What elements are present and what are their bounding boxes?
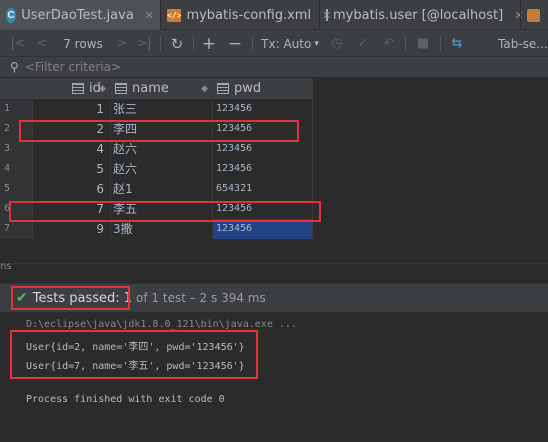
cell-pwd[interactable]: 654321 [212,179,312,199]
column-label: name [132,81,169,96]
row-number: 3 [0,139,32,159]
highlight-box [11,286,130,310]
table-row[interactable]: 7 9 3撒 123456 [0,219,312,239]
process-finished-line: Process finished with exit code 0 [26,394,225,405]
test-summary: of 1 test – 2 s 394 ms [136,291,266,305]
column-icon [217,83,229,94]
stop-icon[interactable]: ■ [414,30,432,57]
next-page-icon[interactable]: > [114,30,130,57]
table-row[interactable]: 1 1 张三 123456 [0,99,312,119]
row-number: 7 [0,219,32,239]
transaction-mode-select[interactable]: Tx: Auto ▾ [259,30,321,57]
submit-icon[interactable]: ✓ [354,30,372,57]
cell-pwd[interactable]: 123456 [212,99,312,119]
cell-id[interactable]: 4 [32,139,110,159]
delete-row-icon[interactable]: − [226,30,244,57]
prev-page-icon[interactable]: < [34,30,50,57]
cell-id[interactable]: 9 [32,219,110,239]
table-row[interactable]: 4 5 赵六 123456 [0,159,312,179]
table-row[interactable]: 3 4 赵六 123456 [0,139,312,159]
chevron-down-icon: ▾ [314,38,319,49]
column-header-name[interactable]: name ◆ [110,78,212,99]
cell-name[interactable]: 赵1 [110,179,212,199]
column-icon [115,83,127,94]
tab-mybatis-user[interactable]: mybatis.user [@localhost] ✕ [320,0,523,30]
filter-icon: ⚲ [10,60,19,74]
highlight-box [19,120,299,142]
tab-separated-format[interactable]: Tab-se... [498,30,548,57]
column-header-id[interactable]: id ◆ [32,78,110,99]
first-page-icon[interactable]: |< [10,30,26,57]
gutter-label: ns [0,261,12,272]
highlight-box [9,201,321,222]
sort-icon[interactable]: ◆ [201,84,208,94]
close-icon[interactable]: ✕ [145,9,154,22]
editor-tab-bar: C UserDaoTest.java ✕ </> mybatis-config.… [0,0,548,30]
row-number: 5 [0,179,32,199]
tx-label: Tx: Auto [261,36,312,51]
cell-name[interactable]: 3撒 [110,219,212,239]
tab-overflow[interactable] [521,0,548,30]
history-icon[interactable]: ◷ [328,30,346,57]
tab-label: mybatis.user [@localhost] [333,7,504,23]
column-header-pwd[interactable]: pwd [212,78,312,99]
row-count-label[interactable]: 7 rows [58,30,108,57]
tab-label: UserDaoTest.java [21,7,134,23]
data-editor-toolbar: |< < 7 rows > >| ↻ + − Tx: Auto ▾ ◷ ✓ ↶ … [0,30,548,57]
cell-id[interactable]: 6 [32,179,110,199]
row-number: 1 [0,99,32,119]
cell-name[interactable]: 张三 [110,99,212,119]
tab-mybatis-config[interactable]: </> mybatis-config.xml ✕ [161,0,331,30]
filter-input[interactable]: <Filter criteria> [25,60,121,74]
command-line[interactable]: D:\eclipse\java\jdk1.8.0_121\bin\java.ex… [26,319,297,330]
cell-name[interactable]: 赵六 [110,139,212,159]
test-status-bar: ✔ Tests passed: 1 of 1 test – 2 s 394 ms [0,283,548,312]
tab-userdaotest[interactable]: C UserDaoTest.java ✕ [0,0,160,30]
column-icon [72,83,84,94]
table-row[interactable]: 5 6 赵1 654321 [0,179,312,199]
tab-label: mybatis-config.xml [186,7,312,23]
rollback-icon[interactable]: ↶ [380,30,398,57]
file-icon [527,8,540,22]
highlight-box [10,330,258,379]
xml-icon: </> [167,8,182,22]
compare-icon[interactable]: ⇆ [448,30,466,57]
filter-bar[interactable]: ⚲ <Filter criteria> [0,57,548,78]
cell-pwd[interactable]: 123456 [212,139,312,159]
panel-divider[interactable] [0,258,548,264]
cell-id[interactable]: 1 [32,99,110,119]
add-row-icon[interactable]: + [200,30,218,57]
column-label: pwd [234,81,262,96]
row-number: 4 [0,159,32,179]
cell-pwd[interactable]: 123456 [212,159,312,179]
cell-id[interactable]: 5 [32,159,110,179]
run-console[interactable]: D:\eclipse\java\jdk1.8.0_121\bin\java.ex… [0,312,548,442]
sort-icon[interactable]: ◆ [99,84,106,94]
cell-pwd[interactable]: 123456 [212,219,312,239]
result-grid: id ◆ name ◆ pwd 1 1 张三 123456 2 2 李四 123456 3 4 赵六… [0,78,548,258]
class-icon: C [6,7,17,23]
refresh-icon[interactable]: ↻ [168,30,186,57]
last-page-icon[interactable]: >| [136,30,152,57]
cell-name[interactable]: 赵六 [110,159,212,179]
table-icon [326,9,328,21]
